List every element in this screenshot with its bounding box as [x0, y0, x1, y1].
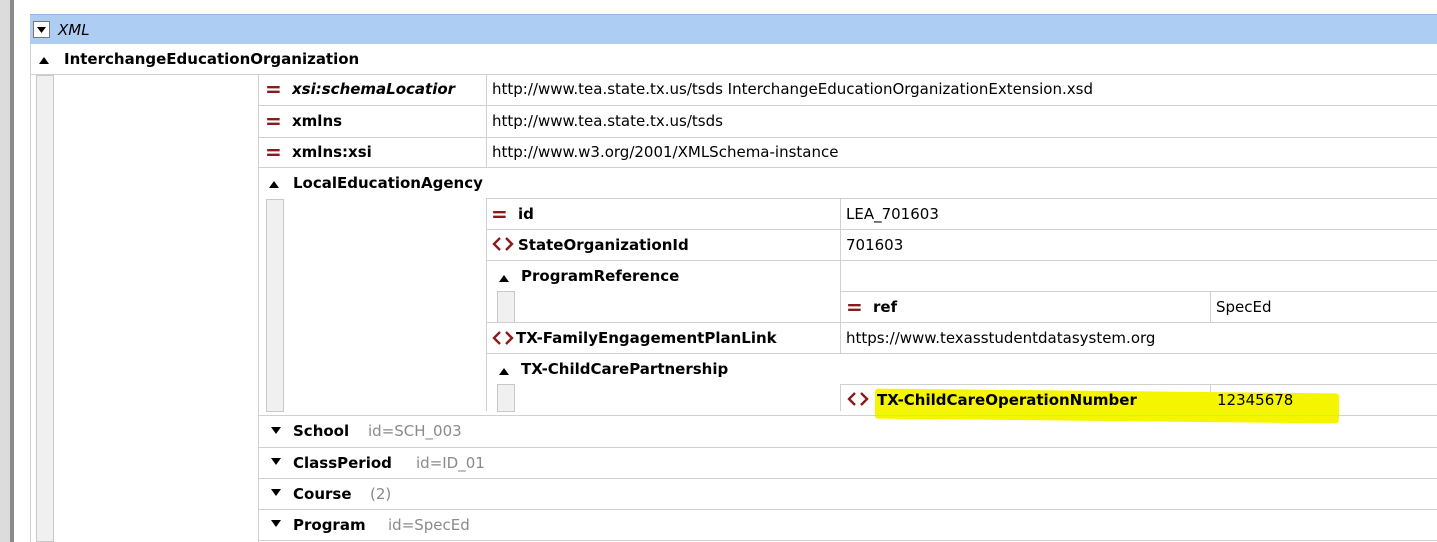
collapsed-element-detail: id=SpecEd [388, 516, 470, 534]
attribute-icon: = [265, 140, 282, 164]
triangle-down-icon[interactable] [269, 424, 283, 436]
header-title: XML [58, 21, 90, 39]
element-icon [492, 237, 514, 251]
triangle-down-icon[interactable] [269, 486, 283, 498]
attribute-name[interactable]: xsi:schemaLocatior [292, 74, 484, 104]
collapsed-element-name[interactable]: Program [293, 510, 366, 540]
state-org-value[interactable]: 701603 [846, 230, 903, 260]
attribute-icon: = [491, 202, 508, 226]
attribute-value[interactable]: http://www.w3.org/2001/XMLSchema-instanc… [492, 137, 838, 167]
family-link-value[interactable]: https://www.texasstudentdatasystem.org [846, 323, 1155, 353]
attribute-value[interactable]: http://www.tea.state.tx.us/tsds [492, 106, 723, 136]
root-element-name[interactable]: InterchangeEducationOrganization [64, 44, 359, 74]
collapsed-element-name[interactable]: Course [293, 479, 352, 509]
lea-id-label[interactable]: id [518, 199, 534, 229]
attribute-icon: = [265, 77, 282, 101]
element-icon [492, 331, 514, 345]
triangle-up-icon[interactable] [267, 178, 281, 190]
childcare-op-value[interactable]: 12345678 [1217, 385, 1293, 415]
collapsed-element-name[interactable]: ClassPeriod [293, 448, 392, 478]
attribute-icon: = [265, 109, 282, 133]
collapsed-element-detail: id=ID_01 [416, 454, 485, 472]
xml-grid-view: { "header": { "title": "XML" }, "root": … [0, 0, 1437, 542]
attribute-icon: = [846, 295, 863, 319]
window-frame [0, 0, 10, 542]
collapse-toggle[interactable] [33, 21, 50, 38]
program-ref-name[interactable]: ProgramReference [521, 261, 679, 291]
lea-id-value[interactable]: LEA_701603 [846, 199, 939, 229]
element-icon [847, 392, 869, 406]
collapsed-element-detail: id=SCH_003 [368, 422, 462, 440]
lea-element-name[interactable]: LocalEducationAgency [293, 168, 483, 198]
attribute-name[interactable]: xmlns:xsi [292, 137, 372, 167]
childcare-op-label[interactable]: TX-ChildCareOperationNumber [877, 385, 1137, 415]
root-scroll-handle[interactable] [36, 75, 54, 542]
lea-scroll-handle[interactable] [266, 199, 284, 412]
triangle-down-icon[interactable] [269, 455, 283, 467]
childcare-scroll-handle[interactable] [497, 384, 515, 412]
collapsed-element-detail: (2) [370, 485, 392, 503]
attribute-value[interactable]: http://www.tea.state.tx.us/tsds Intercha… [492, 74, 1093, 104]
family-link-label[interactable]: TX-FamilyEngagementPlanLink [516, 323, 777, 353]
triangle-up-icon[interactable] [497, 365, 511, 377]
ref-value[interactable]: SpecEd [1216, 292, 1272, 322]
attribute-name[interactable]: xmlns [292, 106, 342, 136]
program-ref-scroll-handle[interactable] [497, 291, 515, 323]
triangle-down-icon [37, 27, 46, 33]
collapsed-element-name[interactable]: School [293, 416, 349, 446]
xml-header-bar[interactable]: XML [30, 14, 1437, 44]
ref-label[interactable]: ref [873, 292, 897, 322]
triangle-up-icon[interactable] [497, 272, 511, 284]
triangle-up-icon[interactable] [37, 54, 51, 66]
childcare-name[interactable]: TX-ChildCarePartnership [521, 354, 728, 384]
triangle-down-icon[interactable] [269, 517, 283, 529]
state-org-label[interactable]: StateOrganizationId [518, 230, 689, 260]
